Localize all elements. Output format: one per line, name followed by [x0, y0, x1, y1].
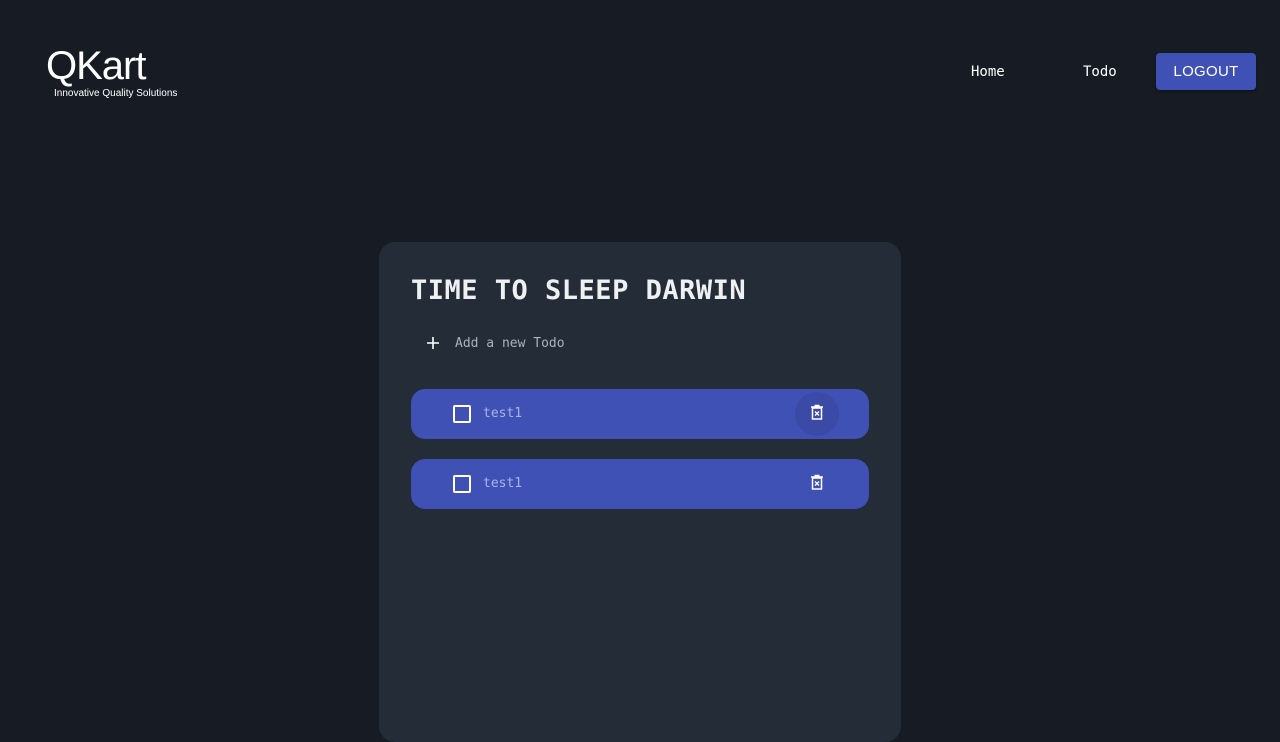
todo-checkbox[interactable] [453, 405, 471, 423]
page-title: TIME TO SLEEP DARWIN [411, 275, 747, 306]
logo[interactable]: QKart Innovative Quality Solutions [46, 42, 196, 102]
todo-text: test1 [483, 476, 523, 491]
delete-todo-button[interactable] [795, 392, 839, 436]
delete-todo-button[interactable] [795, 462, 839, 506]
todo-card: TIME TO SLEEP DARWIN Add a new Todo test… [379, 242, 901, 742]
logo-tagline: Innovative Quality Solutions [54, 88, 178, 99]
add-todo-label: Add a new Todo [455, 335, 565, 351]
todo-item: test1 [411, 389, 869, 439]
todo-text: test1 [483, 406, 523, 421]
todo-checkbox[interactable] [453, 475, 471, 493]
plus-icon [411, 326, 455, 360]
nav-home-link[interactable]: Home [971, 62, 1005, 82]
delete-icon [810, 404, 824, 424]
add-todo-button[interactable]: Add a new Todo [411, 326, 869, 360]
header: QKart Innovative Quality Solutions Home … [0, 0, 1280, 140]
logo-wordmark: QKart [46, 44, 146, 88]
nav-todo-link[interactable]: Todo [1083, 62, 1117, 82]
delete-icon [810, 474, 824, 494]
todo-item: test1 [411, 459, 869, 509]
logout-button[interactable]: LOGOUT [1156, 53, 1256, 90]
